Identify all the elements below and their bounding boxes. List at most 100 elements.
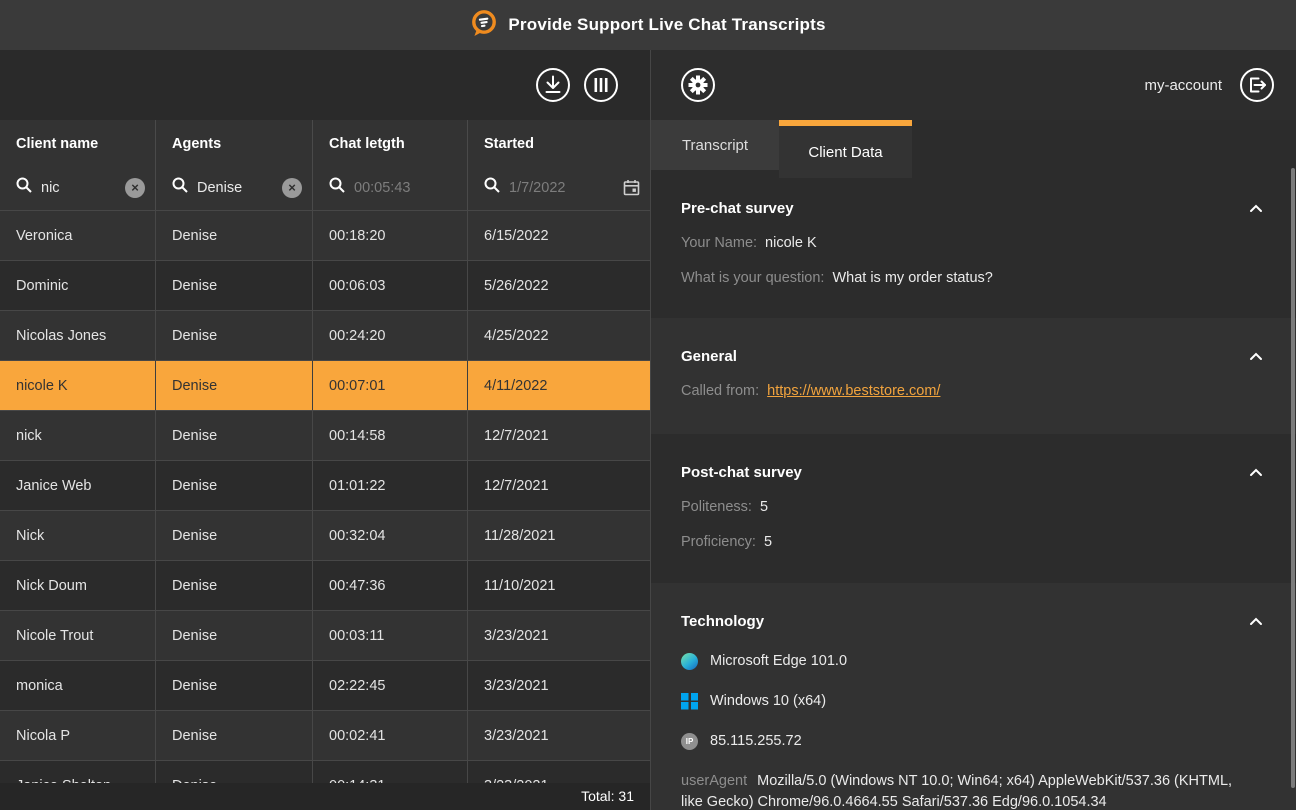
- field-label: Called from:: [681, 383, 759, 399]
- search-icon: [329, 177, 345, 198]
- chevron-up-icon[interactable]: [1247, 347, 1265, 366]
- column-client-name: Client name ×: [0, 120, 156, 210]
- tab-transcript[interactable]: Transcript: [651, 120, 779, 170]
- cell-agents: Denise: [156, 311, 313, 360]
- tech-items: Microsoft Edge 101.0Windows 10 (x64)IP85…: [681, 651, 1265, 751]
- tech-item-text: Microsoft Edge 101.0: [710, 653, 847, 669]
- cell-started: 6/15/2022: [468, 211, 650, 260]
- chevron-up-icon[interactable]: [1247, 612, 1265, 631]
- search-icon: [16, 177, 32, 198]
- table-row[interactable]: nicole K Denise 00:07:01 4/11/2022: [0, 360, 650, 410]
- field-value: 5: [764, 534, 772, 550]
- chat-length-filter-input[interactable]: [354, 180, 457, 196]
- clear-filter-icon[interactable]: ×: [282, 178, 302, 198]
- user-agent-row: userAgentMozilla/5.0 (Windows NT 10.0; W…: [681, 771, 1256, 810]
- search-icon: [172, 177, 188, 198]
- list-toolbar: [0, 50, 650, 120]
- agents-filter: ×: [156, 165, 312, 210]
- field-label: What is your question:: [681, 270, 824, 286]
- field-row: Your Name:nicole K: [681, 233, 1265, 253]
- cell-chat-length: 00:24:20: [313, 311, 468, 360]
- client-name-filter-input[interactable]: [41, 180, 116, 196]
- cell-agents: Denise: [156, 361, 313, 410]
- called-from-link[interactable]: https://www.beststore.com/: [767, 383, 940, 399]
- cell-started: 11/28/2021: [468, 511, 650, 560]
- clear-filter-icon[interactable]: ×: [125, 178, 145, 198]
- cell-started: 12/7/2021: [468, 411, 650, 460]
- section-title: Pre-chat survey: [681, 200, 794, 217]
- cell-chat-length: 01:01:22: [313, 461, 468, 510]
- cell-agents: Denise: [156, 511, 313, 560]
- section-post-chat-survey: Post-chat survey Politeness:5Proficiency…: [651, 434, 1296, 583]
- cell-client-name: monica: [0, 661, 156, 710]
- cell-client-name: nicole K: [0, 361, 156, 410]
- download-button[interactable]: [535, 67, 571, 103]
- cell-started: 11/10/2021: [468, 561, 650, 610]
- section-general: General Called from: https://www.beststor…: [651, 318, 1296, 434]
- cell-chat-length: 00:02:41: [313, 711, 468, 760]
- column-started: Started: [468, 120, 650, 210]
- cell-chat-length: 02:22:45: [313, 661, 468, 710]
- column-agents: Agents ×: [156, 120, 313, 210]
- client-name-filter: ×: [0, 165, 155, 210]
- field-label: Politeness:: [681, 499, 752, 515]
- column-header-chat-length[interactable]: Chat letgth: [313, 120, 467, 152]
- cell-chat-length: 00:47:36: [313, 561, 468, 610]
- edge-browser-icon: [681, 653, 698, 670]
- field-label: Proficiency:: [681, 534, 756, 550]
- table-row[interactable]: nick Denise 00:14:58 12/7/2021: [0, 410, 650, 460]
- table-row[interactable]: Nicole Trout Denise 00:03:11 3/23/2021: [0, 610, 650, 660]
- chevron-up-icon[interactable]: [1247, 199, 1265, 218]
- cell-agents: Denise: [156, 561, 313, 610]
- user-agent-value: Mozilla/5.0 (Windows NT 10.0; Win64; x64…: [681, 773, 1232, 810]
- field-value: 5: [760, 499, 768, 515]
- column-chat-length: Chat letgth: [313, 120, 468, 210]
- table-body: Veronica Denise 00:18:20 6/15/2022 Domin…: [0, 210, 650, 810]
- table-row[interactable]: monica Denise 02:22:45 3/23/2021: [0, 660, 650, 710]
- table-row[interactable]: Janice Web Denise 01:01:22 12/7/2021: [0, 460, 650, 510]
- field-row: Politeness: 5: [681, 497, 1265, 517]
- cell-agents: Denise: [156, 211, 313, 260]
- table-row[interactable]: Nick Doum Denise 00:47:36 11/10/2021: [0, 560, 650, 610]
- table-row[interactable]: Veronica Denise 00:18:20 6/15/2022: [0, 210, 650, 260]
- table-row[interactable]: Dominic Denise 00:06:03 5/26/2022: [0, 260, 650, 310]
- settings-gear-icon[interactable]: [680, 67, 716, 103]
- table-row[interactable]: Nicola P Denise 00:02:41 3/23/2021: [0, 710, 650, 760]
- cell-client-name: Dominic: [0, 261, 156, 310]
- section-title: Post-chat survey: [681, 464, 802, 481]
- table-row[interactable]: Nicolas Jones Denise 00:24:20 4/25/2022: [0, 310, 650, 360]
- tech-item: Windows 10 (x64): [681, 691, 1265, 711]
- section-title: General: [681, 348, 737, 365]
- section-title: Technology: [681, 613, 764, 630]
- column-header-started[interactable]: Started: [468, 120, 650, 152]
- cell-chat-length: 00:18:20: [313, 211, 468, 260]
- started-filter-input[interactable]: [509, 180, 614, 196]
- details-panel: my-account Transcript Client Data Pre-ch…: [650, 50, 1296, 810]
- transcripts-list-panel: Client name × Agents: [0, 50, 650, 810]
- cell-chat-length: 00:07:01: [313, 361, 468, 410]
- column-header-client-name[interactable]: Client name: [0, 120, 155, 152]
- field-row: What is your question:What is my order s…: [681, 268, 1265, 288]
- section-pre-chat-survey: Pre-chat survey Your Name:nicole K What i…: [651, 170, 1296, 318]
- cell-started: 3/23/2021: [468, 711, 650, 760]
- cell-started: 4/25/2022: [468, 311, 650, 360]
- cell-chat-length: 00:06:03: [313, 261, 468, 310]
- calendar-icon[interactable]: [623, 179, 640, 196]
- user-agent-label: userAgent: [681, 773, 747, 789]
- table-row[interactable]: Nick Denise 00:32:04 11/28/2021: [0, 510, 650, 560]
- column-header-agents[interactable]: Agents: [156, 120, 312, 152]
- cell-agents: Denise: [156, 461, 313, 510]
- chevron-up-icon[interactable]: [1247, 463, 1265, 482]
- cell-client-name: nick: [0, 411, 156, 460]
- tab-client-data[interactable]: Client Data: [779, 120, 912, 178]
- chat-length-filter: [313, 165, 467, 210]
- columns-button[interactable]: [583, 67, 619, 103]
- scrollbar[interactable]: [1291, 168, 1295, 788]
- agents-filter-input[interactable]: [197, 180, 273, 196]
- field-row: Called from: https://www.beststore.com/: [681, 381, 1265, 401]
- logout-icon[interactable]: [1239, 67, 1275, 103]
- cell-chat-length: 00:03:11: [313, 611, 468, 660]
- cell-client-name: Nick Doum: [0, 561, 156, 610]
- field-row: Proficiency: 5: [681, 532, 1265, 552]
- details-toolbar: my-account: [651, 50, 1296, 120]
